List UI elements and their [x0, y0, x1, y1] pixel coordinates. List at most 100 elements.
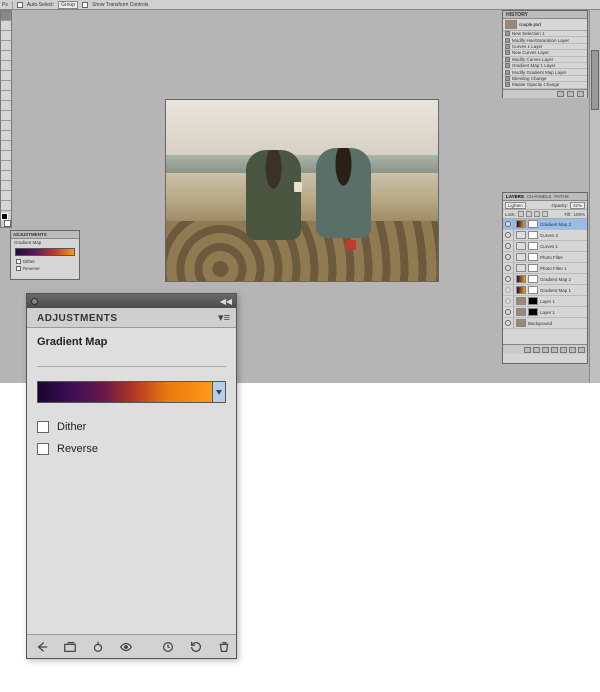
lock-all-button[interactable]: [542, 211, 548, 217]
visibility-icon[interactable]: [119, 640, 133, 654]
color-swatches[interactable]: [1, 213, 11, 227]
foreground-color[interactable]: [1, 213, 8, 220]
zoom-tool[interactable]: [1, 201, 11, 211]
back-arrow-icon[interactable]: [35, 640, 49, 654]
document-canvas[interactable]: [166, 100, 438, 281]
gradient-preview-small[interactable]: [15, 248, 75, 256]
layer-row[interactable]: Background: [503, 318, 587, 329]
previous-state-icon[interactable]: [161, 640, 175, 654]
panel-titlebar[interactable]: ◀◀: [27, 294, 236, 308]
type-tool[interactable]: [1, 161, 11, 171]
history-tab[interactable]: HISTORY: [503, 11, 587, 19]
layer-mask-thumb[interactable]: [528, 242, 538, 250]
layer-mask-thumb[interactable]: [528, 308, 538, 316]
layer-mask-thumb[interactable]: [528, 275, 538, 283]
reset-icon[interactable]: [189, 640, 203, 654]
trash-icon[interactable]: [217, 640, 231, 654]
layer-visibility-icon[interactable]: [505, 232, 511, 238]
layer-row[interactable]: Photo Filter 1: [503, 263, 587, 274]
panel-close-icon[interactable]: [31, 298, 38, 305]
fill-field[interactable]: 100%: [573, 212, 585, 217]
layer-mask-button[interactable]: [542, 347, 549, 353]
layer-row[interactable]: Curves 2: [503, 230, 587, 241]
gradient-picker-button[interactable]: [213, 381, 226, 403]
layer-row[interactable]: Photo Filter: [503, 252, 587, 263]
move-tool[interactable]: [1, 11, 11, 21]
expand-icon[interactable]: [63, 640, 77, 654]
lock-pixels-button[interactable]: [526, 211, 532, 217]
layer-visibility-icon[interactable]: [505, 254, 511, 260]
panel-menu-icon[interactable]: ▾≡: [218, 311, 230, 327]
gradient-preview[interactable]: [37, 381, 213, 403]
heal-tool[interactable]: [1, 71, 11, 81]
layer-visibility-icon[interactable]: [505, 287, 511, 293]
layer-row[interactable]: Layer 1: [503, 296, 587, 307]
auto-select-checkbox[interactable]: [17, 2, 23, 8]
lock-position-button[interactable]: [534, 211, 540, 217]
blend-mode-dropdown[interactable]: Lighten: [505, 202, 526, 209]
pen-tool[interactable]: [1, 151, 11, 161]
dither-checkbox[interactable]: [37, 421, 49, 433]
new-layer-button[interactable]: [569, 347, 576, 353]
brush-tool[interactable]: [1, 81, 11, 91]
layer-mask-thumb[interactable]: [528, 264, 538, 272]
dither-checkbox-small[interactable]: [16, 259, 21, 264]
adjustments-tab[interactable]: ADJUSTMENTS: [33, 310, 122, 327]
dodge-tool[interactable]: [1, 141, 11, 151]
tab-layers[interactable]: LAYERS: [506, 194, 524, 199]
auto-select-dropdown[interactable]: Group: [58, 1, 78, 9]
layer-mask-thumb[interactable]: [528, 297, 538, 305]
group-button[interactable]: [560, 347, 567, 353]
blur-tool[interactable]: [1, 131, 11, 141]
eyedropper-tool[interactable]: [1, 61, 11, 71]
layer-visibility-icon[interactable]: [505, 320, 511, 326]
opacity-field[interactable]: 32%: [570, 202, 585, 209]
delete-state-button[interactable]: [577, 91, 584, 97]
gradient-tool[interactable]: [1, 121, 11, 131]
new-doc-from-state-button[interactable]: [557, 91, 564, 97]
tab-channels[interactable]: CHANNELS: [527, 194, 552, 199]
new-snapshot-button[interactable]: [567, 91, 574, 97]
layer-row[interactable]: Gradient Map 1: [503, 285, 587, 296]
layer-row[interactable]: Layer 1: [503, 307, 587, 318]
layer-mask-thumb[interactable]: [528, 220, 538, 228]
show-transform-checkbox[interactable]: [82, 2, 88, 8]
background-color[interactable]: [4, 220, 11, 227]
layer-style-button[interactable]: [533, 347, 540, 353]
marquee-tool[interactable]: [1, 21, 11, 31]
layer-row[interactable]: Gradient Map 2: [503, 274, 587, 285]
panel-dock-scrollbar[interactable]: [589, 10, 600, 383]
crop-tool[interactable]: [1, 51, 11, 61]
wand-tool[interactable]: [1, 41, 11, 51]
link-layers-button[interactable]: [524, 347, 531, 353]
tab-paths[interactable]: PATHS: [554, 194, 568, 199]
lock-transparency-button[interactable]: [518, 211, 524, 217]
stamp-tool[interactable]: [1, 91, 11, 101]
shape-tool[interactable]: [1, 181, 11, 191]
adjustment-layer-button[interactable]: [551, 347, 558, 353]
adjustments-mini-title[interactable]: ADJUSTMENTS: [11, 231, 79, 239]
panel-collapse-icon[interactable]: ◀◀: [220, 297, 232, 306]
eraser-tool[interactable]: [1, 111, 11, 121]
history-brush-tool[interactable]: [1, 101, 11, 111]
layer-visibility-icon[interactable]: [505, 243, 511, 249]
lasso-tool[interactable]: [1, 31, 11, 41]
layer-visibility-icon[interactable]: [505, 298, 511, 304]
history-snapshot-row[interactable]: couple.psd: [503, 19, 587, 31]
clip-to-layer-icon[interactable]: [91, 640, 105, 654]
hand-tool[interactable]: [1, 191, 11, 201]
reverse-checkbox[interactable]: [37, 443, 49, 455]
layer-mask-thumb[interactable]: [528, 253, 538, 261]
layer-visibility-icon[interactable]: [505, 309, 511, 315]
layer-row[interactable]: Curves 1: [503, 241, 587, 252]
layer-mask-thumb[interactable]: [528, 231, 538, 239]
path-tool[interactable]: [1, 171, 11, 181]
layer-visibility-icon[interactable]: [505, 276, 511, 282]
layer-row[interactable]: Gradient Map 2: [503, 219, 587, 230]
reverse-checkbox-small[interactable]: [16, 266, 21, 271]
scrollbar-thumb[interactable]: [591, 50, 599, 110]
layer-visibility-icon[interactable]: [505, 221, 511, 227]
delete-layer-button[interactable]: [578, 347, 585, 353]
layer-mask-thumb[interactable]: [528, 286, 538, 294]
layer-visibility-icon[interactable]: [505, 265, 511, 271]
